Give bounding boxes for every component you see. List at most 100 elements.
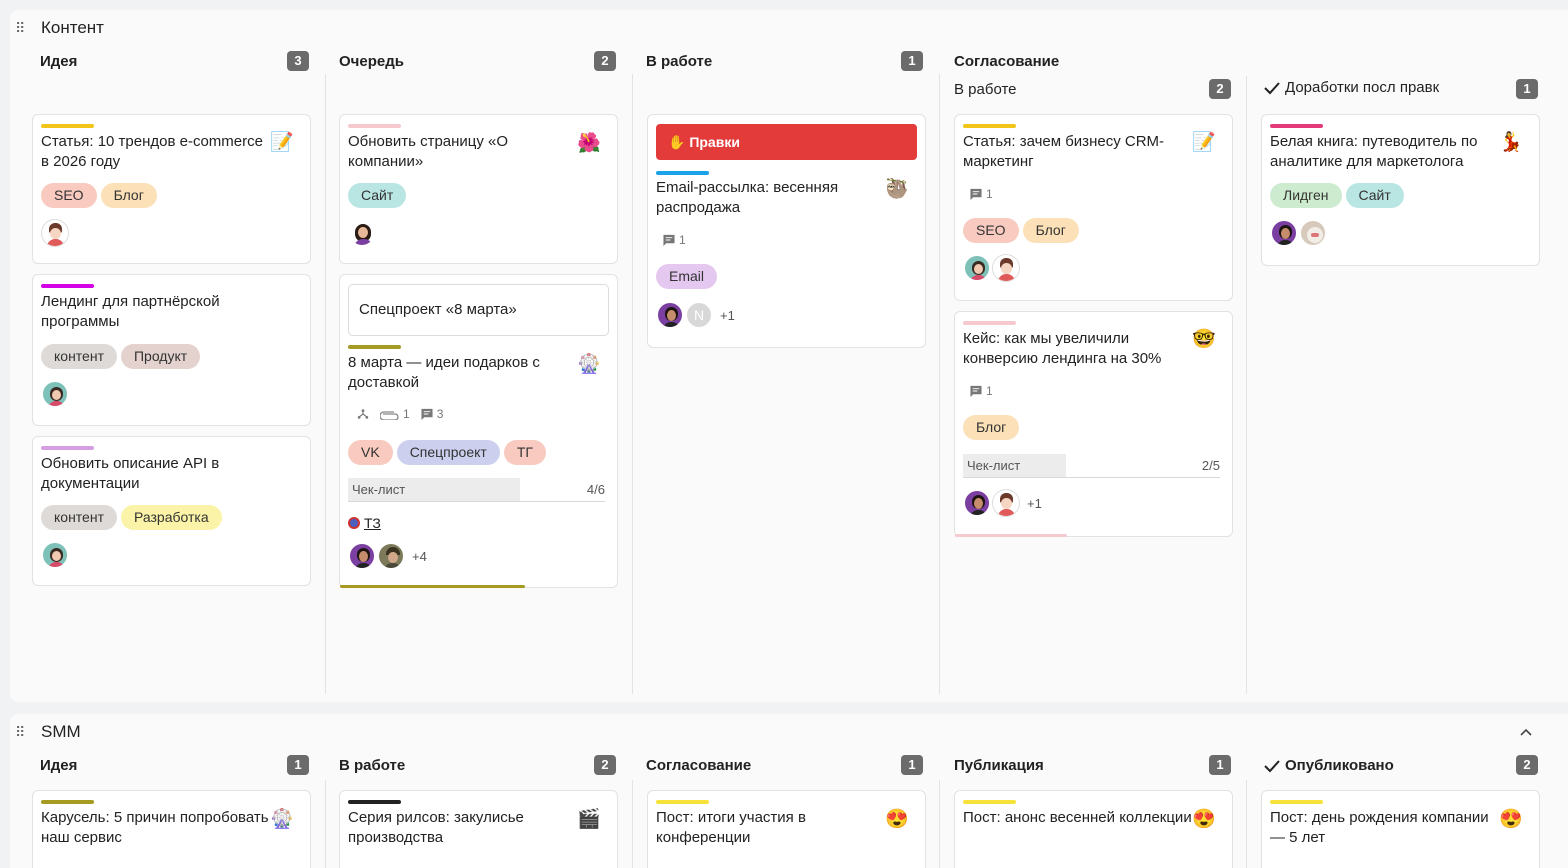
tag[interactable]: Продукт xyxy=(120,344,201,369)
tag[interactable]: Лидген xyxy=(1270,183,1342,208)
card-title: Статья: 10 трендов e-commerce в 2026 год… xyxy=(41,133,263,170)
checklist-progress[interactable]: Чек-лист 4/6 xyxy=(348,478,605,502)
task-card[interactable]: Лендинг для партнёрской программы контен… xyxy=(32,274,311,426)
task-card[interactable]: Пост: день рождения компании — 5 лет 😍 xyxy=(1261,790,1540,868)
section-header[interactable]: ⠿ SMM xyxy=(10,714,1568,750)
avatar[interactable] xyxy=(1299,219,1327,247)
avatar[interactable] xyxy=(377,542,405,570)
section-header[interactable]: ⠿ Контент xyxy=(10,10,1568,46)
tag[interactable]: контент xyxy=(41,344,117,369)
progress-bar xyxy=(340,585,525,588)
more-assignees[interactable]: +1 xyxy=(720,308,735,323)
task-card[interactable]: Серия рилсов: закулисье производства 🎬 xyxy=(339,790,618,868)
card-emoji-icon: 🤓 xyxy=(1192,329,1216,350)
card-emoji-icon: 🎡 xyxy=(270,809,294,830)
task-card[interactable]: Белая книга: путеводитель по аналитике д… xyxy=(1261,114,1540,266)
card-color-stripe xyxy=(656,171,709,175)
card-emoji-icon: 🦥 xyxy=(885,179,909,200)
revisions-banner[interactable]: ✋ Правки xyxy=(656,124,917,160)
column-divider xyxy=(1246,76,1247,694)
comments-indicator[interactable]: 1 xyxy=(969,187,993,201)
task-card[interactable]: Обновить описание API в документации кон… xyxy=(32,436,311,586)
attachments-indicator[interactable]: 1 xyxy=(380,407,410,421)
tag[interactable]: VK xyxy=(348,440,393,465)
card-title: Лендинг для партнёрской программы xyxy=(41,293,220,330)
avatar[interactable] xyxy=(963,489,991,517)
column-title-publication: Публикация xyxy=(954,757,1044,774)
card-tags: VK Спецпроект ТГ xyxy=(348,440,546,465)
comment-icon xyxy=(970,385,982,397)
subtasks-indicator[interactable] xyxy=(356,408,370,420)
avatar[interactable] xyxy=(41,219,69,247)
subtasks-icon xyxy=(357,409,369,419)
checklist-value: 4/6 xyxy=(586,482,605,497)
task-card[interactable]: Карусель: 5 причин попробовать наш серви… xyxy=(32,790,311,868)
tag[interactable]: контент xyxy=(41,505,117,530)
doc-link-icon xyxy=(348,517,360,529)
comments-indicator[interactable]: 3 xyxy=(420,407,443,421)
column-count-badge: 2 xyxy=(594,51,616,71)
tag[interactable]: SEO xyxy=(41,183,97,208)
parent-card-link[interactable]: Спецпроект «8 марта» xyxy=(348,284,609,336)
more-assignees[interactable]: +1 xyxy=(1027,496,1042,511)
card-meta: 1 xyxy=(969,187,993,201)
card-title: Пост: анонс весенней коллекции xyxy=(963,809,1192,826)
task-card[interactable]: Статья: зачем бизнесу CRM-маркетинг 📝 1 … xyxy=(954,114,1233,301)
column-title-queue: Очередь xyxy=(339,53,404,70)
avatar[interactable] xyxy=(1270,219,1298,247)
drag-handle-icon[interactable]: ⠿ xyxy=(15,724,25,740)
card-color-stripe xyxy=(656,800,709,804)
card-color-stripe xyxy=(1270,800,1323,804)
column-divider xyxy=(1246,780,1247,868)
comment-icon xyxy=(421,408,433,420)
column-divider xyxy=(325,780,326,868)
avatar[interactable] xyxy=(348,542,376,570)
avatar[interactable] xyxy=(348,219,376,247)
check-icon xyxy=(1264,81,1280,94)
avatar[interactable] xyxy=(41,541,69,569)
checklist-label: Чек-лист xyxy=(352,482,406,497)
tag[interactable]: SEO xyxy=(963,218,1019,243)
task-card[interactable]: Спецпроект «8 марта» 8 марта — идеи пода… xyxy=(339,274,618,588)
task-card[interactable]: Кейс: как мы увеличили конверсию лендинг… xyxy=(954,311,1233,537)
card-meta: 1 xyxy=(969,384,993,398)
tag[interactable]: Спецпроект xyxy=(396,440,500,465)
chevron-up-icon[interactable] xyxy=(1518,724,1534,740)
task-card[interactable]: Обновить страницу «О компании» 🌺 Сайт xyxy=(339,114,618,264)
checklist-value: 2/5 xyxy=(1201,458,1220,473)
subcolumn-title-in-progress: В работе xyxy=(954,81,1017,98)
more-assignees[interactable]: +4 xyxy=(412,549,427,564)
card-title: Белая книга: путеводитель по аналитике д… xyxy=(1270,133,1478,170)
tag[interactable]: Блог xyxy=(1022,218,1079,243)
card-title: Серия рилсов: закулисье производства xyxy=(348,809,524,846)
avatar[interactable] xyxy=(992,489,1020,517)
avatar[interactable] xyxy=(656,301,684,329)
comments-indicator[interactable]: 1 xyxy=(969,384,993,398)
card-assignees xyxy=(1270,219,1328,247)
comments-indicator[interactable]: 1 xyxy=(662,233,686,247)
tag[interactable]: Сайт xyxy=(348,183,407,208)
tag[interactable]: Блог xyxy=(100,183,157,208)
avatar[interactable] xyxy=(41,380,69,408)
avatar[interactable] xyxy=(963,254,991,282)
drag-handle-icon[interactable]: ⠿ xyxy=(15,20,25,36)
card-title: Статья: зачем бизнесу CRM-маркетинг xyxy=(963,133,1165,170)
card-color-stripe xyxy=(41,800,94,804)
tag[interactable]: ТГ xyxy=(503,440,546,465)
card-tags: Сайт xyxy=(348,183,407,208)
card-meta: 1 xyxy=(662,233,686,247)
comment-icon xyxy=(663,234,675,246)
avatar-initial[interactable]: N xyxy=(685,301,713,329)
task-card[interactable]: Статья: 10 трендов e-commerce в 2026 год… xyxy=(32,114,311,264)
avatar[interactable] xyxy=(992,254,1020,282)
doc-link[interactable]: ТЗ xyxy=(348,515,381,531)
tag[interactable]: Разработка xyxy=(120,505,222,530)
card-emoji-icon: 😍 xyxy=(885,809,909,830)
tag[interactable]: Сайт xyxy=(1345,183,1404,208)
checklist-progress[interactable]: Чек-лист 2/5 xyxy=(963,454,1220,478)
task-card[interactable]: Пост: итоги участия в конференции 😍 xyxy=(647,790,926,868)
tag[interactable]: Блог xyxy=(963,415,1020,440)
task-card[interactable]: Пост: анонс весенней коллекции 😍 xyxy=(954,790,1233,868)
tag[interactable]: Email xyxy=(656,264,718,289)
task-card[interactable]: ✋ Правки Email-рассылка: весенняя распро… xyxy=(647,114,926,348)
